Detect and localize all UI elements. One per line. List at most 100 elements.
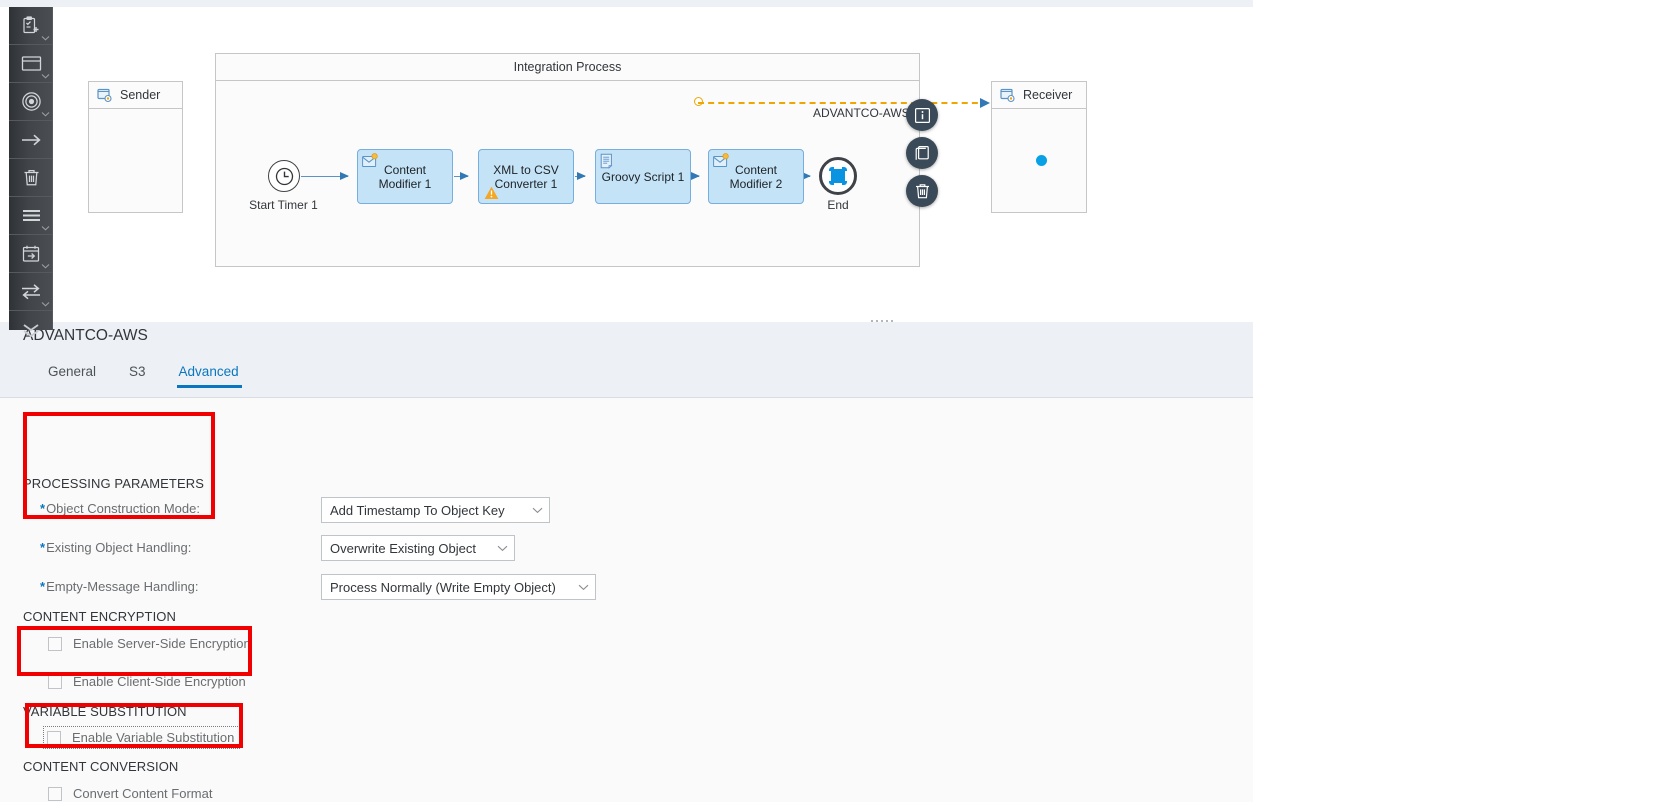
timer-clock-icon	[275, 167, 293, 185]
tab-s3[interactable]: S3	[129, 364, 163, 388]
end-event[interactable]	[819, 157, 857, 195]
receiver-endpoint-dot	[1036, 155, 1047, 166]
checkbox-convert-content-format[interactable]: Convert Content Format	[48, 786, 212, 801]
palette-item-add-process[interactable]	[9, 7, 53, 45]
arrow-right-icon	[21, 134, 41, 145]
chevron-down-icon	[41, 264, 50, 269]
select-value: Process Normally (Write Empty Object)	[330, 579, 556, 595]
integration-process-pool[interactable]: Integration Process Start Timer 1 Conten…	[215, 53, 920, 267]
integration-flow-editor: Sender Integration Process Start Timer 1	[0, 0, 1674, 802]
calendar-arrow-icon	[22, 245, 40, 262]
chevron-down-icon	[41, 226, 50, 231]
chevron-down-icon	[41, 302, 50, 307]
palette-item-message-routing[interactable]	[9, 273, 53, 311]
end-event-label: End	[827, 198, 849, 212]
node-content-modifier-1[interactable]: Content Modifier 1	[357, 149, 453, 204]
exchange-arrows-icon	[22, 284, 40, 300]
palette-item-more[interactable]	[9, 311, 53, 349]
content-modifier-icon	[713, 153, 729, 167]
grip-dot	[876, 320, 878, 322]
sequence-flow-2	[454, 172, 469, 180]
message-flow-advantco-aws[interactable]	[698, 98, 990, 108]
properties-panel: ADVANTCO-AWS General S3 Advanced PROCESS…	[0, 322, 1253, 802]
sequence-flow-4	[691, 172, 700, 180]
receiver-participant[interactable]: Receiver	[991, 81, 1087, 213]
left-toolbar-palette	[9, 7, 53, 338]
copy-icon	[915, 145, 929, 160]
checkbox-enable-client-side-encryption[interactable]: Enable Client-Side Encryption	[48, 674, 246, 689]
copy-button[interactable]	[906, 137, 938, 169]
script-icon	[600, 153, 613, 169]
receiver-participant-icon	[1000, 88, 1015, 102]
events-icon	[21, 92, 41, 111]
palette-item-pool[interactable]	[9, 45, 53, 83]
select-empty-message-handling[interactable]: Process Normally (Write Empty Object)	[321, 574, 596, 600]
tab-general[interactable]: General	[48, 364, 113, 388]
node-label: Content Modifier 1	[378, 162, 432, 191]
top-strip	[0, 0, 1253, 7]
checkbox-enable-variable-substitution[interactable]: Enable Variable Substitution	[42, 726, 241, 749]
start-timer-event[interactable]	[268, 160, 300, 192]
sequence-flow-1	[301, 172, 349, 180]
grip-dot	[891, 320, 893, 322]
grip-dot	[881, 320, 883, 322]
sender-pool-title: Sender	[120, 88, 161, 102]
info-button[interactable]	[906, 99, 938, 131]
palette-item-connector[interactable]	[9, 121, 53, 159]
select-value: Add Timestamp To Object Key	[330, 502, 505, 518]
required-marker: *	[40, 501, 46, 516]
sender-participant[interactable]: Sender	[88, 81, 183, 213]
select-value: Overwrite Existing Object	[330, 540, 476, 556]
process-pool-header: Integration Process	[216, 54, 919, 81]
required-marker: *	[40, 579, 46, 594]
end-event-selected-icon	[828, 166, 848, 186]
node-xml-to-csv-converter-1[interactable]: XML to CSV Converter 1	[478, 149, 574, 204]
palette-item-events[interactable]	[9, 83, 53, 121]
palette-item-delete[interactable]	[9, 159, 53, 197]
panel-resize-grip[interactable]	[871, 318, 893, 324]
checkbox-label: Convert Content Format	[73, 786, 213, 801]
flow-action-buttons	[906, 99, 938, 213]
checkbox-box	[47, 730, 61, 745]
message-flow-label: ADVANTCO-AWS	[813, 106, 910, 120]
receiver-pool-body	[992, 109, 1086, 212]
label-existing-object-handling: *Existing Object Handling:	[40, 540, 192, 555]
selection-handle-right	[845, 171, 848, 181]
menu-lines-icon	[22, 209, 40, 222]
checkbox-enable-server-side-encryption[interactable]: Enable Server-Side Encryption	[48, 636, 251, 651]
checkbox-box	[48, 674, 62, 689]
pool-icon	[21, 56, 41, 71]
bpmn-canvas[interactable]: Sender Integration Process Start Timer 1	[53, 7, 1253, 320]
tab-advanced[interactable]: Advanced	[176, 364, 256, 388]
checkbox-box	[48, 786, 62, 801]
sender-pool-body	[89, 109, 182, 212]
select-object-construction-mode[interactable]: Add Timestamp To Object Key	[321, 497, 550, 523]
properties-tabs: General S3 Advanced	[48, 364, 272, 388]
chevrons-down-icon	[23, 324, 39, 338]
chevron-down-icon	[483, 545, 508, 552]
sequence-flow-3	[575, 172, 586, 180]
palette-item-call-activity[interactable]	[9, 235, 53, 273]
chevron-down-icon	[564, 584, 589, 591]
trash-icon	[915, 184, 929, 199]
palette-item-message-transformers[interactable]	[9, 197, 53, 235]
trash-icon	[24, 169, 38, 185]
grip-dot	[886, 320, 888, 322]
select-existing-object-handling[interactable]: Overwrite Existing Object	[321, 535, 515, 561]
chevron-down-icon	[41, 74, 50, 79]
chevron-down-icon	[518, 507, 543, 514]
required-marker: *	[40, 540, 46, 555]
selection-handle-left	[828, 171, 831, 181]
properties-header: ADVANTCO-AWS General S3 Advanced	[0, 322, 1253, 398]
start-timer-label: Start Timer 1	[249, 198, 318, 212]
node-groovy-script-1[interactable]: Groovy Script 1	[595, 149, 691, 204]
node-content-modifier-2[interactable]: Content Modifier 2	[708, 149, 804, 204]
delete-button[interactable]	[906, 175, 938, 207]
section-content-conversion: CONTENT CONVERSION	[23, 759, 179, 774]
properties-body: PROCESSING PARAMETERS *Object Constructi…	[0, 398, 1253, 802]
chevron-down-icon	[41, 36, 50, 41]
process-pool-title: Integration Process	[513, 60, 622, 74]
node-label: Content Modifier 2	[729, 162, 783, 191]
sender-participant-icon	[97, 88, 112, 102]
checkbox-label: Enable Client-Side Encryption	[73, 674, 246, 689]
